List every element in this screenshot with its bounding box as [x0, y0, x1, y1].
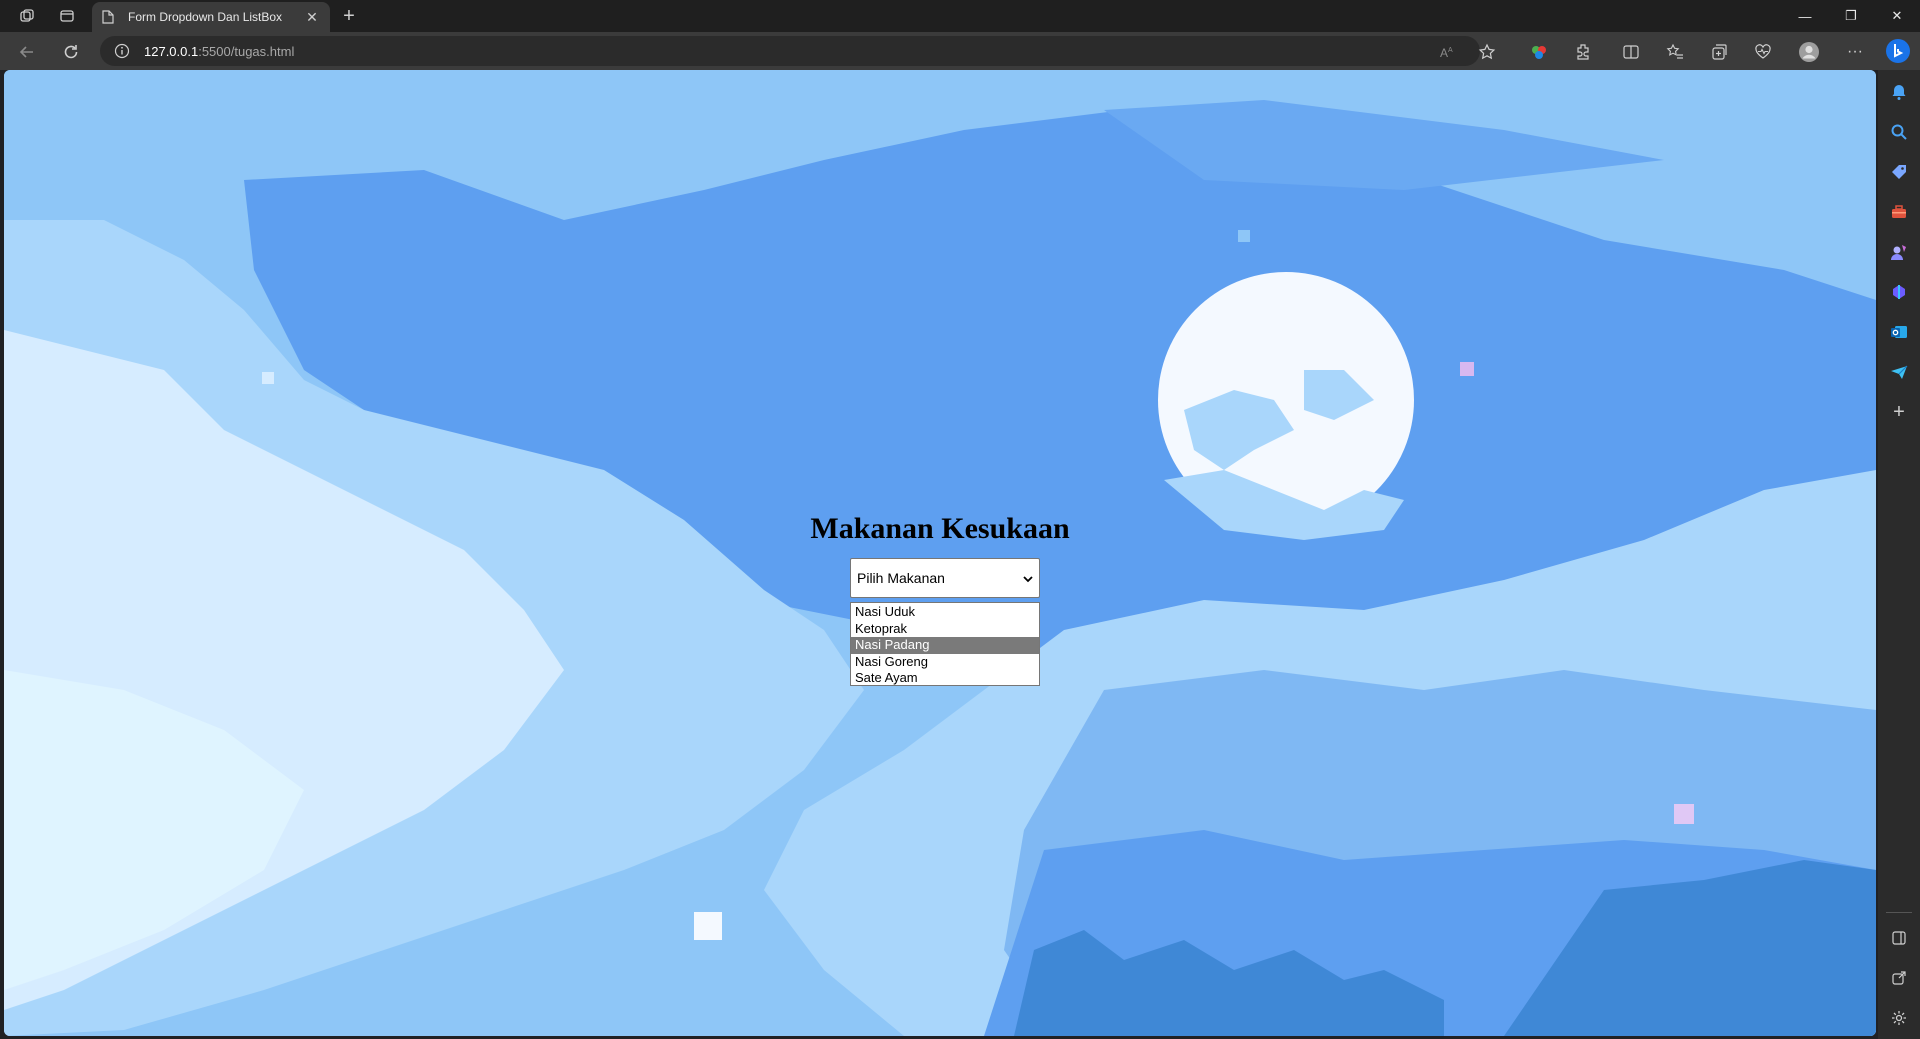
listbox-option-sate-ayam[interactable]: Sate Ayam — [851, 670, 1039, 687]
read-aloud-icon[interactable]: AA — [1435, 39, 1461, 65]
favorite-star-icon[interactable] — [1474, 39, 1500, 65]
pixel-sky-background — [4, 70, 1876, 1036]
outlook-icon[interactable] — [1889, 322, 1909, 342]
dropdown-selected-value: Pilih Makanan — [857, 570, 945, 586]
split-screen-icon[interactable] — [1618, 39, 1644, 65]
svg-text:A: A — [1448, 47, 1453, 54]
send-icon[interactable] — [1889, 362, 1909, 382]
browser-essentials-icon[interactable] — [1750, 39, 1776, 65]
tab-active[interactable]: Form Dropdown Dan ListBox ✕ — [92, 2, 330, 32]
extension-colorful-icon[interactable] — [1526, 39, 1552, 65]
restore-button[interactable]: ❐ — [1828, 0, 1874, 32]
tools-icon[interactable] — [1889, 202, 1909, 222]
page-title: Makanan Kesukaan — [810, 512, 1070, 545]
more-options-icon[interactable]: ··· — [1842, 39, 1868, 65]
minimize-button[interactable]: — — [1782, 0, 1828, 32]
food-dropdown[interactable]: Pilih Makanan — [850, 558, 1040, 598]
tab-actions-icon[interactable] — [56, 5, 78, 27]
close-tab-icon[interactable]: ✕ — [304, 9, 320, 25]
shopping-tag-icon[interactable] — [1889, 162, 1909, 182]
listbox-option-nasi-padang[interactable]: Nasi Padang — [851, 637, 1039, 654]
page-viewport: Makanan Kesukaan Pilih Makanan Nasi Uduk… — [4, 70, 1876, 1036]
chevron-down-icon — [1023, 570, 1033, 586]
favorites-icon[interactable] — [1662, 39, 1688, 65]
profile-avatar[interactable] — [1796, 39, 1822, 65]
games-icon[interactable] — [1889, 242, 1909, 262]
svg-text:A: A — [1440, 46, 1448, 60]
navigation-bar: 127.0.0.1:5500/tugas.html AA ··· — [0, 32, 1920, 70]
notification-icon[interactable] — [1889, 82, 1909, 102]
url-path: :5500/tugas.html — [198, 43, 295, 59]
site-info-icon[interactable] — [114, 43, 130, 59]
hide-sidebar-icon[interactable] — [1889, 928, 1909, 948]
url-host: 127.0.0.1 — [144, 43, 199, 59]
new-tab-button[interactable]: + — [338, 5, 360, 27]
settings-gear-icon[interactable] — [1889, 1008, 1909, 1028]
edge-sidebar: + — [1878, 70, 1920, 1039]
listbox-option-nasi-uduk[interactable]: Nasi Uduk — [851, 604, 1039, 621]
back-button[interactable] — [14, 39, 40, 65]
close-window-button[interactable]: ✕ — [1874, 0, 1920, 32]
workspaces-icon[interactable] — [16, 5, 38, 27]
copilot-sidebar-icon[interactable] — [1889, 282, 1909, 302]
refresh-button[interactable] — [58, 39, 84, 65]
add-sidebar-app-icon[interactable]: + — [1889, 401, 1909, 423]
page-icon — [102, 10, 116, 24]
tab-title: Form Dropdown Dan ListBox — [128, 10, 283, 24]
extensions-icon[interactable] — [1570, 39, 1596, 65]
search-icon[interactable] — [1889, 122, 1909, 142]
listbox-option-nasi-goreng[interactable]: Nasi Goreng — [851, 654, 1039, 671]
copilot-icon[interactable] — [1884, 37, 1912, 65]
sidebar-divider — [1886, 912, 1912, 913]
title-bar: Form Dropdown Dan ListBox ✕ + — ❐ ✕ — [0, 0, 1920, 32]
address-bar[interactable]: 127.0.0.1:5500/tugas.html — [100, 36, 1480, 66]
open-external-icon[interactable] — [1889, 968, 1909, 988]
food-listbox[interactable]: Nasi Uduk Ketoprak Nasi Padang Nasi Gore… — [850, 602, 1040, 686]
listbox-option-ketoprak[interactable]: Ketoprak — [851, 621, 1039, 638]
collections-icon[interactable] — [1706, 39, 1732, 65]
